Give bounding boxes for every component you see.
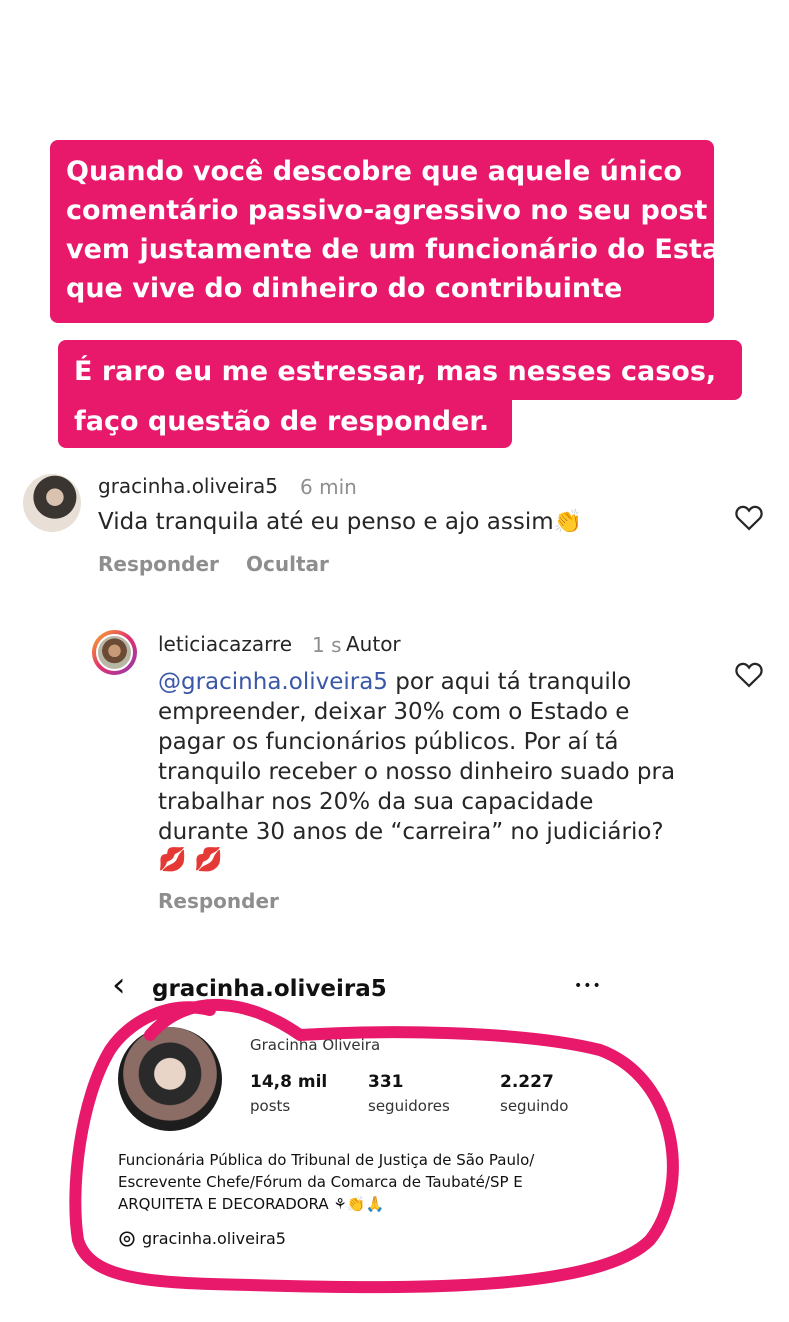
like-heart-icon[interactable] xyxy=(734,503,764,531)
caption-line: que vive do dinheiro do contribuinte xyxy=(66,273,623,304)
reply-username[interactable]: leticiacazarre xyxy=(158,632,292,656)
threads-handle-link[interactable]: gracinha.oliveira5 xyxy=(142,1229,286,1248)
bio-line: Funcionária Pública do Tribunal de Justi… xyxy=(118,1151,535,1169)
reply-text-line: trabalhar nos 20% da sua capacidade xyxy=(158,789,594,815)
like-heart-icon[interactable] xyxy=(734,660,764,688)
stat-posts-label: posts xyxy=(250,1097,291,1115)
profile-avatar[interactable] xyxy=(118,1027,222,1131)
stat-followers-value[interactable]: 331 xyxy=(368,1072,404,1092)
back-arrow-icon[interactable]: ‹ xyxy=(112,968,126,1002)
reply-mention-link[interactable]: @gracinha.oliveira5 xyxy=(158,669,388,695)
profile-username: gracinha.oliveira5 xyxy=(152,976,387,1002)
caption-line: comentário passivo-agressivo no seu post xyxy=(66,195,708,226)
reply-emoji-line: 💋 💋 xyxy=(158,847,223,873)
reply-reply-button[interactable]: Responder xyxy=(158,889,279,913)
comment-text: Vida tranquila até eu penso e ajo assim👏 xyxy=(98,509,583,535)
story-caption-top: Quando você descobre que aquele único co… xyxy=(50,140,758,323)
caption-line: faço questão de responder. xyxy=(74,406,490,437)
reply-text-line: @gracinha.oliveira5 por aqui tá tranquil… xyxy=(158,667,631,697)
comment-time: 6 min xyxy=(300,475,357,499)
reply-text-line: tranquilo receber o nosso dinheiro suado… xyxy=(158,759,676,785)
reply-text-line: empreender, deixar 30% com o Estado e xyxy=(158,699,630,725)
author-avatar[interactable] xyxy=(96,634,133,671)
caption-line: É raro eu me estressar, mas nesses casos… xyxy=(74,356,717,387)
caption-line: vem justamente de um funcionário do Esta… xyxy=(66,234,758,265)
story-caption-bottom-line2: faço questão de responder. xyxy=(58,398,512,448)
author-badge: Autor xyxy=(346,632,401,656)
caption-line: Quando você descobre que aquele único xyxy=(66,156,682,187)
reply-text-segment: por aqui tá tranquilo xyxy=(387,669,632,695)
profile-display-name: Gracinha Oliveira xyxy=(250,1036,381,1054)
story-caption-bottom: É raro eu me estressar, mas nesses casos… xyxy=(58,340,742,400)
comment-reply-button[interactable]: Responder xyxy=(98,552,219,576)
commenter-avatar[interactable] xyxy=(23,474,81,532)
reply-time: 1 s xyxy=(312,633,342,657)
more-options-icon[interactable]: ••• xyxy=(574,978,602,994)
bio-line: Escrevente Chefe/Fórum da Comarca de Tau… xyxy=(118,1173,523,1191)
reply-text-line: durante 30 anos de “carreira” no judiciá… xyxy=(158,819,664,845)
stat-following-value[interactable]: 2.227 xyxy=(500,1072,554,1092)
bio-line: ARQUITETA E DECORADORA ⚘👏🙏 xyxy=(118,1195,385,1213)
threads-icon[interactable] xyxy=(118,1230,136,1248)
stat-posts-value: 14,8 mil xyxy=(250,1072,328,1092)
reply-text-line: pagar os funcionários públicos. Por aí t… xyxy=(158,729,619,755)
stat-followers-label[interactable]: seguidores xyxy=(368,1097,450,1115)
stat-following-label[interactable]: seguindo xyxy=(500,1097,568,1115)
comment-username[interactable]: gracinha.oliveira5 xyxy=(98,474,278,498)
comment-hide-button[interactable]: Ocultar xyxy=(246,552,329,576)
